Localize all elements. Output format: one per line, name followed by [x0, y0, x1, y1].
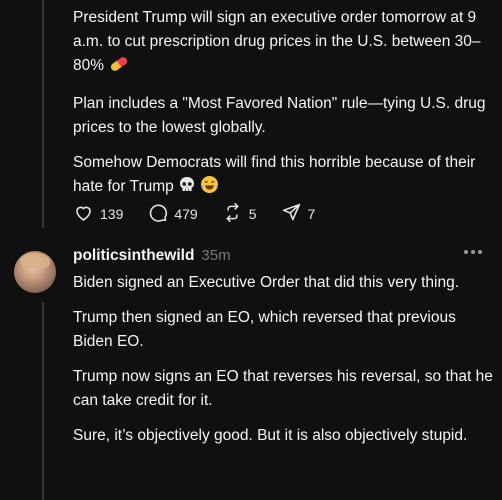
- reply-author-row: politicsinthewild 35m: [73, 247, 231, 269]
- reply-count: 479: [174, 206, 198, 222]
- repost-count: 5: [248, 206, 257, 222]
- post-paragraph: President Trump will sign an executive o…: [73, 6, 493, 81]
- reply-button[interactable]: 479: [147, 202, 198, 226]
- comment-icon: [147, 202, 168, 226]
- thread-line-bottom: [42, 302, 44, 500]
- pill-emoji: [108, 55, 130, 81]
- reply-paragraph: Trump then signed an EO, which reversed …: [73, 309, 456, 350]
- post-paragraph: Somehow Democrats will find this horribl…: [73, 151, 493, 202]
- post-paragraph: Plan includes a "Most Favored Nation" ru…: [73, 95, 486, 136]
- reply-paragraph: Sure, it’s objectively good. But it is a…: [73, 427, 468, 444]
- laughing-tears-emoji: [200, 175, 219, 202]
- thread-line-top: [42, 0, 44, 228]
- share-button[interactable]: 7: [281, 202, 316, 226]
- reply-paragraph: Trump now signs an EO that reverses his …: [73, 368, 493, 409]
- timestamp: 35m: [201, 247, 231, 264]
- more-options-button[interactable]: [464, 250, 482, 254]
- post-body: President Trump will sign an executive o…: [73, 6, 493, 213]
- repost-button[interactable]: 5: [222, 202, 257, 226]
- skull-emoji: [178, 176, 196, 202]
- share-count: 7: [307, 206, 316, 222]
- post-actions: 139 479 5 7: [73, 201, 339, 227]
- share-icon: [281, 202, 302, 226]
- heart-icon: [73, 202, 94, 226]
- username[interactable]: politicsinthewild: [73, 247, 194, 265]
- more-icon: [464, 250, 482, 254]
- avatar[interactable]: [14, 251, 56, 293]
- reply-paragraph: Biden signed an Executive Order that did…: [73, 274, 459, 291]
- avatar-hair: [20, 253, 50, 269]
- repost-icon: [222, 202, 243, 226]
- like-button[interactable]: 139: [73, 202, 123, 226]
- reply-body: Biden signed an Executive Order that did…: [73, 271, 493, 459]
- like-count: 139: [100, 206, 124, 222]
